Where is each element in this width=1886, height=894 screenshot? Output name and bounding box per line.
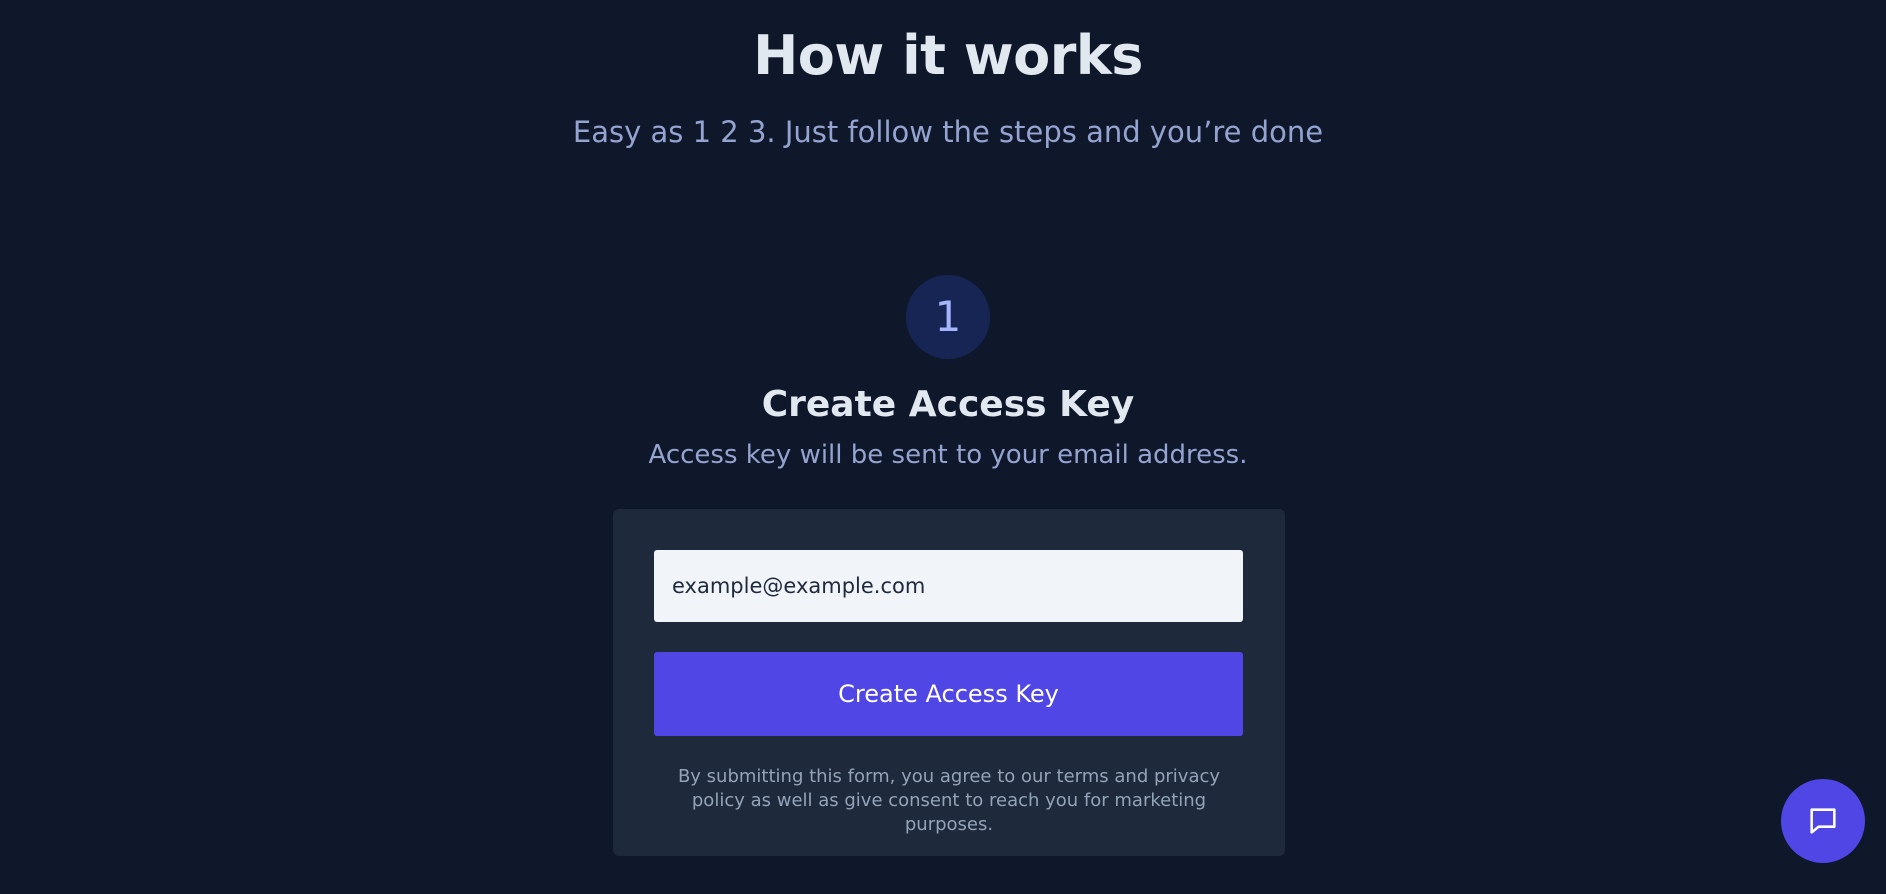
- email-input[interactable]: [654, 550, 1243, 622]
- create-access-key-button[interactable]: Create Access Key: [654, 652, 1243, 736]
- step-title: Create Access Key: [761, 384, 1135, 425]
- step-description: Access key will be sent to your email ad…: [648, 440, 1248, 470]
- form-disclaimer: By submitting this form, you agree to ou…: [677, 766, 1221, 835]
- access-key-form-card: Create Access Key By submitting this for…: [613, 509, 1285, 856]
- page-title: How it works: [753, 24, 1143, 87]
- chat-launcher-button[interactable]: [1781, 779, 1865, 863]
- page-subtitle: Easy as 1 2 3. Just follow the steps and…: [572, 115, 1324, 149]
- page: How it works Easy as 1 2 3. Just follow …: [0, 0, 1886, 894]
- step-number-badge: 1: [906, 275, 990, 359]
- chat-bubble-icon: [1810, 808, 1836, 834]
